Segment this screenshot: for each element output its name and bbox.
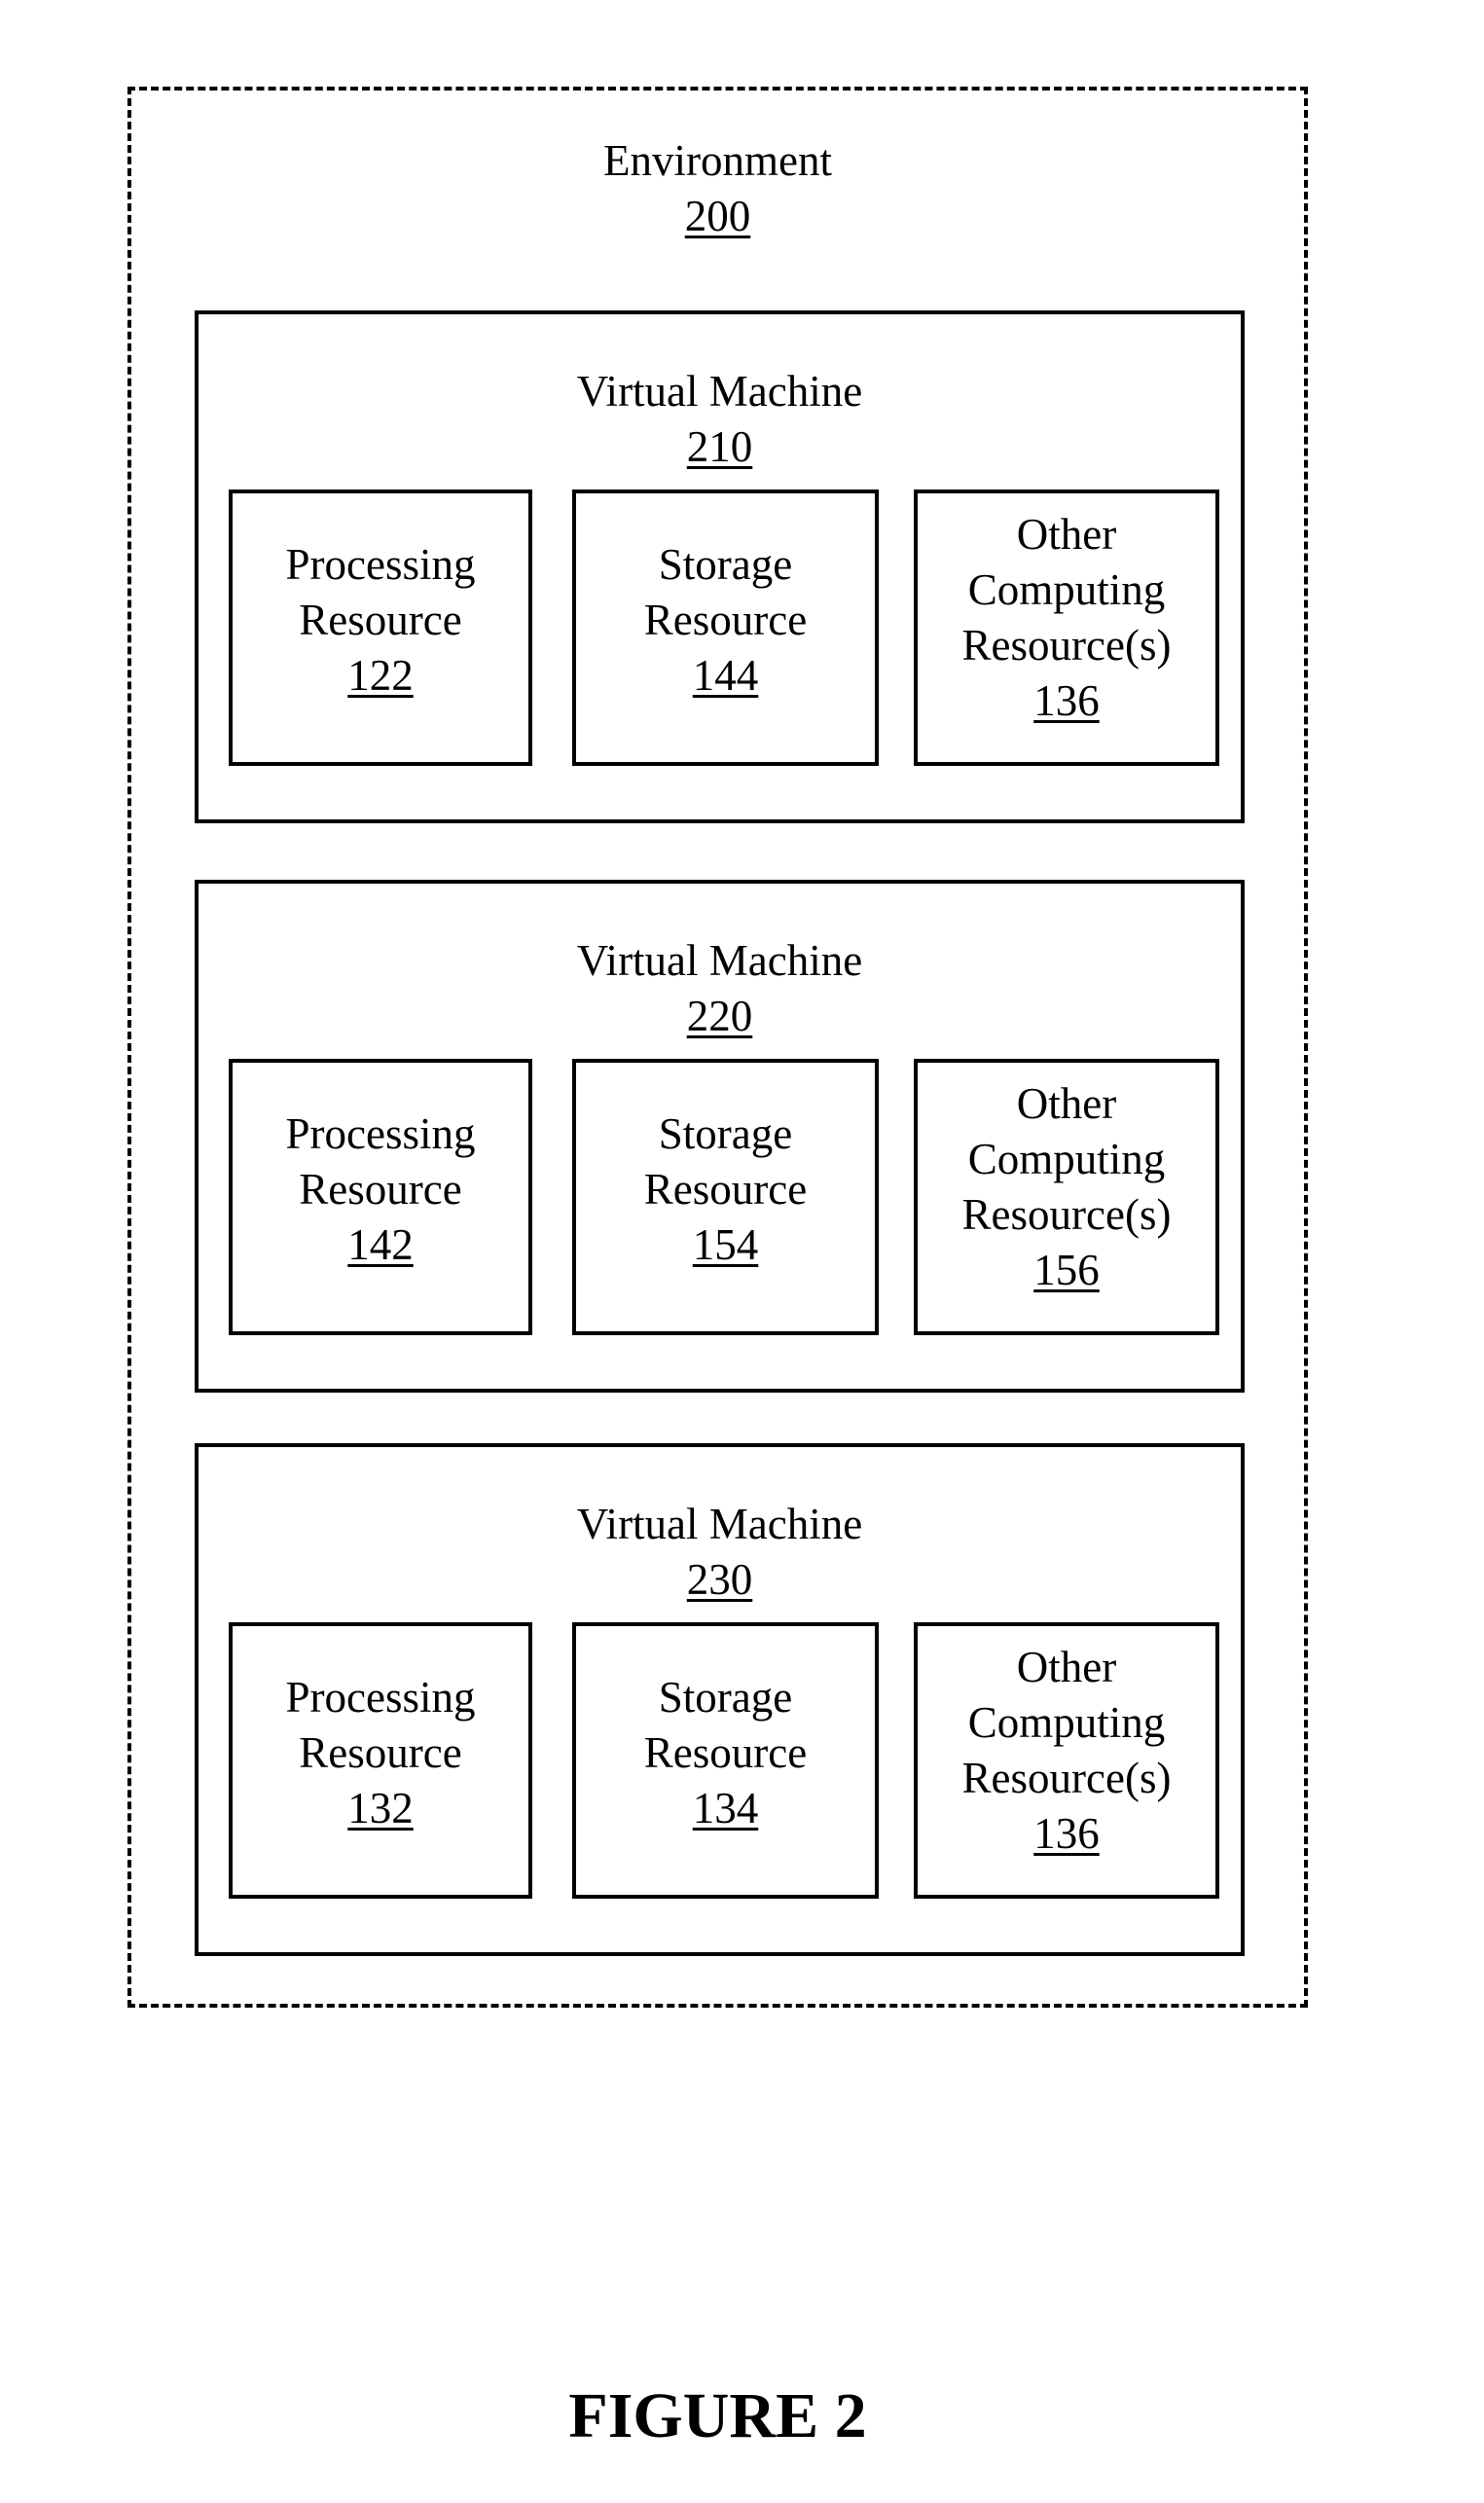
resource-ref-number: 132 (347, 1783, 414, 1832)
virtual-machine-ref-number: 210 (686, 422, 753, 471)
other-computing-resources-box: Other Computing Resource(s) 136 (914, 1622, 1219, 1899)
resource-label-line: Resource(s) (961, 621, 1172, 670)
resource-label-line: Processing (285, 1108, 476, 1158)
resource-label-line: Storage (658, 1108, 793, 1158)
virtual-machine-title: Virtual Machine (576, 936, 863, 985)
figure-caption: FIGURE 2 (568, 2380, 867, 2451)
resource-label-line: Resource(s) (961, 1754, 1172, 1802)
resource-ref-number: 136 (1033, 1809, 1100, 1858)
virtual-machine-label: Virtual Machine 230 (199, 1497, 1241, 1608)
environment-title: Environment (603, 136, 832, 185)
other-computing-resources-box: Other Computing Resource(s) 136 (914, 490, 1219, 766)
virtual-machine-box: Virtual Machine 220 Processing Resource … (195, 880, 1245, 1393)
resource-ref-number: 156 (1033, 1246, 1100, 1294)
virtual-machine-title: Virtual Machine (576, 367, 863, 416)
virtual-machine-label: Virtual Machine 220 (199, 933, 1241, 1044)
resource-label-line: Storage (658, 1672, 793, 1722)
environment-ref-number: 200 (684, 192, 751, 240)
virtual-machine-box: Virtual Machine 230 Processing Resource … (195, 1443, 1245, 1956)
virtual-machine-label: Virtual Machine 210 (199, 364, 1241, 475)
resource-label-line: Resource (299, 1727, 462, 1777)
resource-label-line: Resource (299, 1164, 462, 1214)
resource-label-line: Resource (643, 1727, 808, 1777)
resource-label-line: Resource (643, 595, 808, 644)
resource-label-line: Storage (658, 539, 793, 589)
resource-ref-number: 134 (692, 1783, 759, 1832)
storage-resource-box: Storage Resource 134 (572, 1622, 879, 1899)
resource-ref-number: 142 (347, 1219, 414, 1269)
processing-resource-box: Processing Resource 142 (229, 1059, 532, 1335)
virtual-machine-ref-number: 230 (686, 1555, 753, 1604)
resource-label-line: Resource(s) (961, 1190, 1172, 1239)
resource-ref-number: 154 (692, 1219, 759, 1269)
processing-resource-box: Processing Resource 122 (229, 490, 532, 766)
virtual-machine-box: Virtual Machine 210 Processing Resource … (195, 310, 1245, 823)
other-computing-resources-box: Other Computing Resource(s) 156 (914, 1059, 1219, 1335)
resource-label-line: Computing (967, 1698, 1166, 1747)
virtual-machine-ref-number: 220 (686, 992, 753, 1040)
storage-resource-box: Storage Resource 154 (572, 1059, 879, 1335)
resource-ref-number: 122 (347, 650, 414, 700)
resource-label-line: Resource (643, 1164, 808, 1214)
storage-resource-box: Storage Resource 144 (572, 490, 879, 766)
resource-label-line: Processing (285, 539, 476, 589)
resource-label-line: Processing (285, 1672, 476, 1722)
resource-label-line: Computing (967, 1135, 1166, 1183)
environment-label: Environment 200 (127, 133, 1308, 244)
resource-label-line: Other (1016, 1079, 1117, 1128)
resource-label-line: Resource (299, 595, 462, 644)
resource-ref-number: 136 (1033, 676, 1100, 725)
virtual-machine-title: Virtual Machine (576, 1500, 863, 1548)
processing-resource-box: Processing Resource 132 (229, 1622, 532, 1899)
resource-label-line: Other (1016, 510, 1117, 559)
resource-label-line: Computing (967, 565, 1166, 614)
resource-label-line: Other (1016, 1643, 1117, 1691)
resource-ref-number: 144 (692, 650, 759, 700)
